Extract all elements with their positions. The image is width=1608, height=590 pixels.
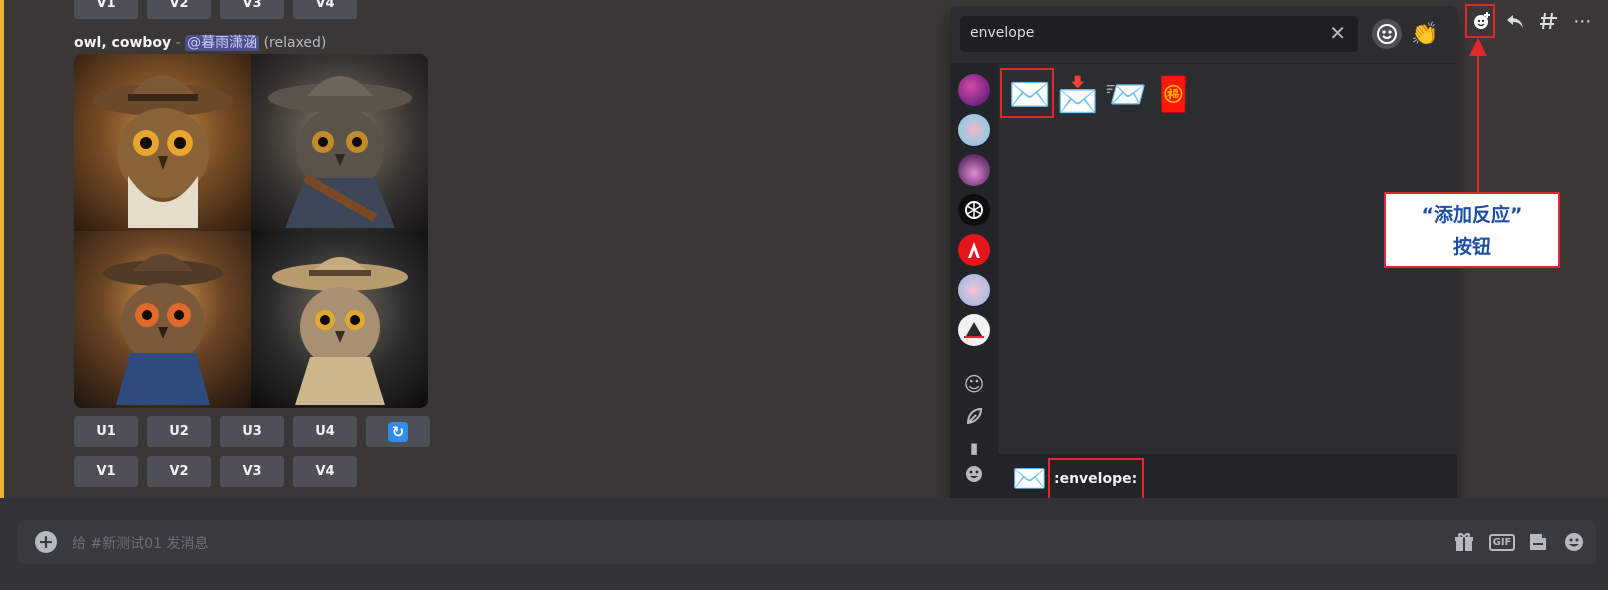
message-input[interactable]: 给 #新测试01 发消息 — [72, 533, 208, 553]
server-icon-6[interactable] — [958, 274, 990, 306]
message-header: owl, cowboy - @暮雨潇涵 (relaxed) — [74, 32, 326, 52]
prev-v2-button[interactable]: V2 — [147, 0, 211, 19]
activity-category-icon[interactable] — [962, 464, 986, 488]
arrow-line — [1477, 44, 1479, 192]
u3-button[interactable]: U3 — [220, 416, 284, 447]
annotation-label: “添加反应” 按钮 — [1384, 192, 1560, 268]
nature-category-icon[interactable] — [962, 406, 986, 430]
emoji-picker-header: envelope ✕ 👏 — [950, 6, 1457, 64]
prompt-text: owl, cowboy — [74, 35, 172, 51]
prev-v1-button[interactable]: V1 — [74, 0, 138, 19]
adobe-server-icon[interactable] — [958, 234, 990, 266]
v2-button[interactable]: V2 — [147, 456, 211, 487]
envelope-with-arrow-emoji[interactable]: 📩 — [1054, 74, 1102, 116]
message-composer[interactable]: + 给 #新测试01 发消息 GIF — [18, 520, 1596, 564]
v3-button[interactable]: V3 — [220, 456, 284, 487]
create-thread-icon[interactable] — [1538, 9, 1560, 33]
gif-icon[interactable]: GIF — [1488, 530, 1516, 554]
image-grid[interactable] — [74, 54, 428, 408]
owl-image-1[interactable] — [74, 54, 251, 231]
prev-variation-row: V1 V2 V3 V4 — [74, 0, 357, 19]
food-category-icon[interactable]: ▮ — [962, 436, 986, 460]
v4-button[interactable]: V4 — [293, 456, 357, 487]
v1-button[interactable]: V1 — [74, 456, 138, 487]
upscale-row: U1 U2 U3 U4 ↻ — [74, 416, 430, 447]
server-icon-3[interactable] — [958, 154, 990, 186]
add-reaction-highlight — [1465, 4, 1495, 38]
people-category-icon[interactable]: ☺ — [962, 372, 986, 396]
owl-cowboy-illustration — [102, 253, 223, 405]
clapping-hands-icon[interactable]: 👏 — [1410, 19, 1440, 49]
preview-emoji-glyph: ✉️ — [1012, 462, 1047, 495]
user-mention[interactable]: @暮雨潇涵 — [185, 35, 260, 51]
nitro-emoji-icon[interactable] — [1372, 19, 1402, 49]
variation-row: V1 V2 V3 V4 — [74, 456, 357, 487]
emoji-search-box[interactable]: envelope ✕ — [960, 16, 1358, 52]
annotation-line-2: 按钮 — [1452, 236, 1491, 258]
refresh-icon: ↻ — [388, 421, 408, 442]
envelope-emoji-highlight — [1000, 68, 1054, 118]
openai-server-icon[interactable] — [958, 194, 990, 226]
incoming-envelope-emoji[interactable]: 📨 — [1102, 74, 1150, 116]
owl-cowboy-illustration — [92, 75, 233, 228]
sticker-icon[interactable] — [1526, 530, 1550, 554]
more-options-icon[interactable]: ⋯ — [1572, 9, 1594, 33]
emoji-search-input[interactable]: envelope — [970, 25, 1034, 41]
u1-button[interactable]: U1 — [74, 416, 138, 447]
owl-image-2[interactable] — [251, 54, 428, 231]
server-emoji-rail: ☺ ▮ — [950, 64, 998, 508]
server-icon-1[interactable] — [958, 74, 990, 106]
u2-button[interactable]: U2 — [147, 416, 211, 447]
gift-icon[interactable] — [1452, 530, 1476, 554]
owl-image-3[interactable] — [74, 231, 251, 408]
mode-label: (relaxed) — [263, 35, 327, 51]
owl-cowboy-illustration — [271, 256, 408, 405]
emoji-icon[interactable] — [1562, 530, 1586, 554]
mention-highlight-bar — [0, 0, 4, 498]
u4-button[interactable]: U4 — [293, 416, 357, 447]
prev-v4-button[interactable]: V4 — [293, 0, 357, 19]
server-icon-2[interactable] — [958, 114, 990, 146]
reply-icon[interactable] — [1505, 9, 1527, 33]
sailboat-server-icon[interactable] — [958, 314, 990, 346]
reroll-button[interactable]: ↻ — [366, 416, 430, 447]
separator: - — [171, 35, 186, 51]
owl-cowboy-illustration — [267, 75, 412, 228]
red-envelope-emoji[interactable]: 🧧 — [1150, 74, 1198, 116]
clear-search-icon[interactable]: ✕ — [1329, 21, 1346, 45]
owl-image-4[interactable] — [251, 231, 428, 408]
prev-v3-button[interactable]: V3 — [220, 0, 284, 19]
annotation-line-1: “添加反应” — [1421, 204, 1523, 226]
upload-plus-icon[interactable]: + — [35, 531, 57, 553]
